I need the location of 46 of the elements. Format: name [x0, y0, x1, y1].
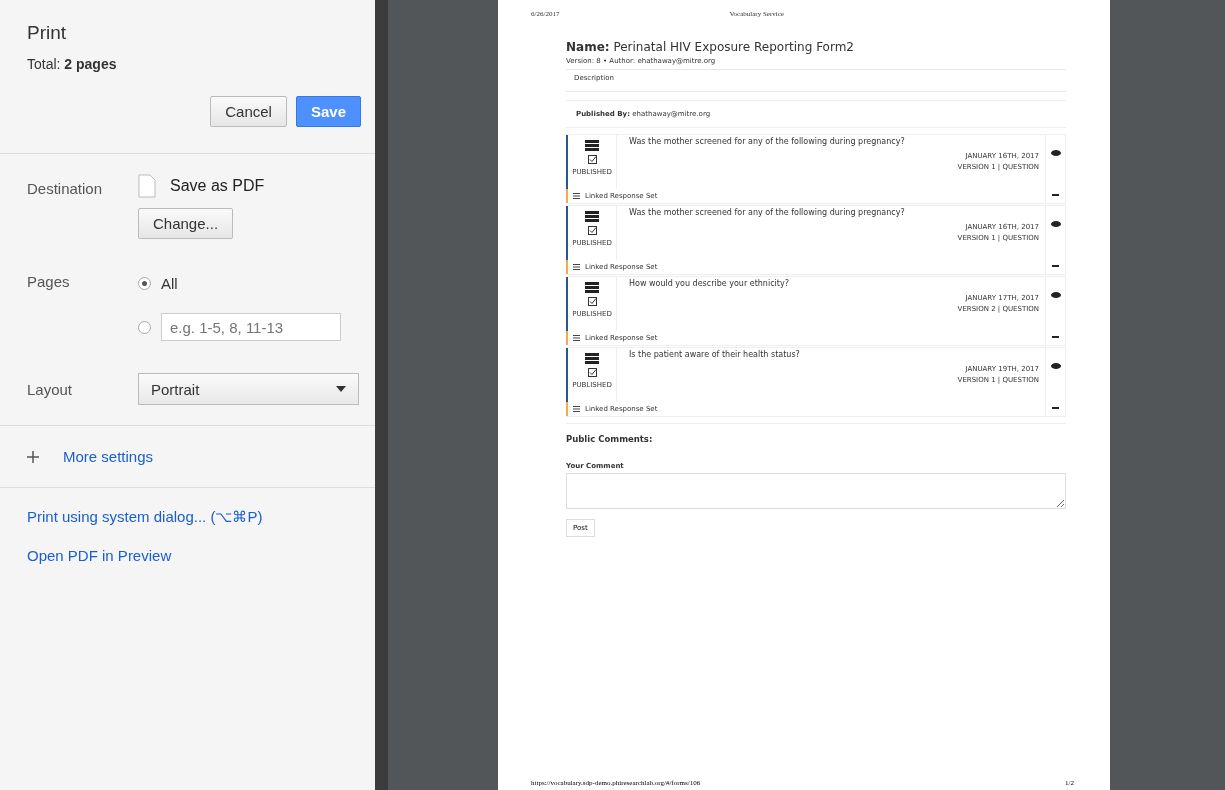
question-text: Was the mother screened for any of the following during pregnancy?: [629, 137, 906, 146]
radio-button[interactable]: [138, 320, 151, 334]
server-icon: [585, 211, 599, 222]
question-text: Is the patient aware of their health status?: [629, 350, 801, 359]
dialog-title: Print: [27, 22, 68, 44]
list-icon: [573, 264, 580, 270]
eye-icon: [1050, 363, 1061, 369]
form-name: Name: Perinatal HIV Exposure Reporting Form2: [566, 40, 855, 54]
cancel-button[interactable]: Cancel: [210, 96, 287, 127]
list-icon: [573, 193, 580, 199]
minus-icon: [1052, 336, 1059, 338]
checkbox-icon: [587, 155, 597, 164]
server-icon: [585, 140, 599, 151]
document-icon: [138, 174, 156, 198]
comment-field[interactable]: [566, 473, 1066, 509]
page-total: Total: 2 pages: [27, 56, 118, 72]
all-pages-label: All: [161, 274, 178, 292]
caret-icon: [336, 386, 346, 392]
list-icon: [573, 335, 580, 341]
pages-label: Pages: [27, 272, 71, 290]
list-icon: [573, 406, 580, 412]
page-range-field[interactable]: e.g. 1-5, 8, 11-13: [161, 313, 341, 341]
checkbox-icon: [587, 297, 597, 306]
link[interactable]: Open PDF in Preview: [27, 547, 348, 564]
link[interactable]: Print using system dialog... (⌥⌘P): [27, 508, 348, 526]
server-icon: [585, 353, 599, 364]
destination-label: Destination: [27, 179, 104, 197]
destination-value: Save as PDF: [170, 177, 265, 195]
plus-icon: [27, 450, 39, 463]
layout-dropdown[interactable]: Portrait: [138, 373, 359, 405]
eye-icon: [1050, 150, 1061, 156]
checkbox-icon: [587, 368, 597, 377]
question-text: How would you describe your ethnicity?: [629, 279, 790, 288]
question-text: Was the mother screened for any of the following during pregnancy?: [629, 208, 906, 217]
change-button[interactable]: Change...: [138, 208, 234, 239]
eye-icon: [1050, 221, 1061, 227]
minus-icon: [1052, 407, 1059, 409]
radio-button[interactable]: [138, 276, 151, 290]
layout-label: Layout: [27, 380, 74, 398]
comments-heading: Public Comments:: [566, 434, 654, 444]
eye-icon: [1050, 292, 1061, 298]
minus-icon: [1052, 265, 1059, 267]
server-icon: [585, 282, 599, 293]
checkbox-icon: [587, 226, 597, 235]
minus-icon: [1052, 194, 1059, 196]
more-settings-link[interactable]: More settings: [63, 448, 154, 465]
